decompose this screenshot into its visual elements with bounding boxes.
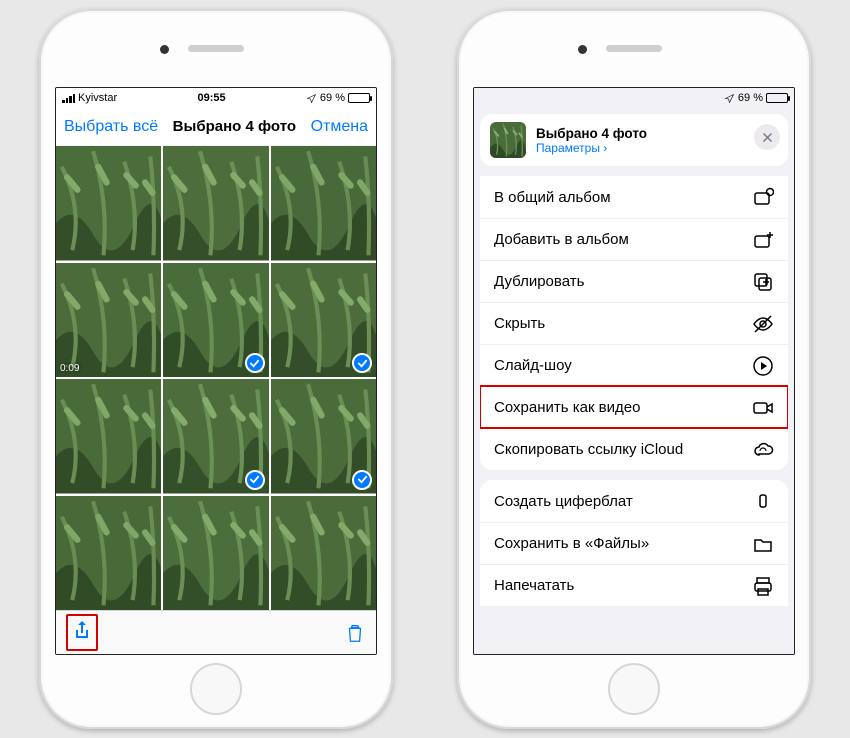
selected-checkmark-icon xyxy=(352,470,372,490)
shared-album-icon xyxy=(752,186,774,208)
home-button[interactable] xyxy=(608,663,660,715)
photo-cell[interactable] xyxy=(163,379,268,494)
action-row[interactable]: Скопировать ссылку iCloud xyxy=(480,428,788,470)
action-label: Сохранить в «Файлы» xyxy=(494,535,649,552)
action-list: В общий альбом Добавить в альбом Дублирова… xyxy=(480,176,788,606)
action-row[interactable]: Добавить в альбом xyxy=(480,218,788,260)
photo-cell[interactable] xyxy=(163,496,268,611)
close-button[interactable] xyxy=(754,124,780,150)
video-duration: 0:09 xyxy=(60,363,79,374)
action-row[interactable]: Дублировать xyxy=(480,260,788,302)
bottom-toolbar xyxy=(56,610,376,654)
phone-left: Kyivstar 09:55 69 % Выбрать всё Выбрано … xyxy=(39,9,393,729)
cancel-button[interactable]: Отмена xyxy=(311,118,368,136)
action-label: Создать циферблат xyxy=(494,493,633,510)
speaker xyxy=(606,45,662,52)
trash-icon[interactable] xyxy=(344,621,366,645)
photo-cell[interactable] xyxy=(271,379,376,494)
status-bar: Kyivstar 09:55 69 % xyxy=(56,88,376,108)
action-row[interactable]: В общий альбом xyxy=(480,176,788,218)
photo-cell[interactable]: 0:09 xyxy=(56,263,161,378)
video-icon xyxy=(752,397,774,419)
add-album-icon xyxy=(752,229,774,251)
preview-thumb xyxy=(490,122,526,158)
location-icon xyxy=(724,93,735,104)
select-all-button[interactable]: Выбрать всё xyxy=(64,118,158,136)
cloud-icon xyxy=(752,439,774,461)
selected-checkmark-icon xyxy=(245,470,265,490)
photo-grid: 0:09 xyxy=(56,146,376,610)
location-icon xyxy=(306,93,317,104)
selected-checkmark-icon xyxy=(245,353,265,373)
action-row[interactable]: Слайд-шоу xyxy=(480,344,788,386)
status-bar: 69 % xyxy=(474,88,794,108)
folder-icon xyxy=(752,533,774,555)
screen-photos: Kyivstar 09:55 69 % Выбрать всё Выбрано … xyxy=(55,87,377,655)
print-icon xyxy=(752,575,774,597)
photo-cell[interactable] xyxy=(56,146,161,261)
nav-title: Выбрано 4 фото xyxy=(173,118,296,135)
photo-cell[interactable] xyxy=(163,146,268,261)
action-label: Сохранить как видео xyxy=(494,399,640,416)
close-icon xyxy=(761,131,774,144)
action-row[interactable]: Сохранить как видео xyxy=(480,386,788,428)
nav-bar: Выбрать всё Выбрано 4 фото Отмена xyxy=(56,108,376,146)
photo-cell[interactable] xyxy=(163,263,268,378)
action-label: В общий альбом xyxy=(494,189,611,206)
front-camera xyxy=(578,45,587,54)
speaker xyxy=(188,45,244,52)
action-label: Напечатать xyxy=(494,577,574,594)
photo-cell[interactable] xyxy=(271,146,376,261)
battery-icon xyxy=(348,93,370,103)
front-camera xyxy=(160,45,169,54)
hide-icon xyxy=(752,313,774,335)
signal-bars-icon xyxy=(62,94,75,103)
action-row[interactable]: Напечатать xyxy=(480,564,788,606)
sheet-title: Выбрано 4 фото xyxy=(536,126,647,141)
action-label: Добавить в альбом xyxy=(494,231,629,248)
params-link[interactable]: Параметры › xyxy=(536,141,647,155)
action-row[interactable]: Сохранить в «Файлы» xyxy=(480,522,788,564)
battery-percent: 69 % xyxy=(738,92,763,104)
action-group-2: Создать циферблат Сохранить в «Файлы» Напе… xyxy=(480,480,788,606)
battery-icon xyxy=(766,93,788,103)
share-icon[interactable] xyxy=(71,618,93,642)
watch-icon xyxy=(752,490,774,512)
action-label: Дублировать xyxy=(494,273,584,290)
sheet-header: Выбрано 4 фото Параметры › xyxy=(480,114,788,166)
photo-cell[interactable] xyxy=(56,496,161,611)
selected-checkmark-icon xyxy=(352,353,372,373)
share-sheet: Выбрано 4 фото Параметры › В общий альбо… xyxy=(474,108,794,654)
duplicate-icon xyxy=(752,271,774,293)
action-label: Скопировать ссылку iCloud xyxy=(494,441,683,458)
play-icon xyxy=(752,355,774,377)
photo-cell[interactable] xyxy=(271,263,376,378)
action-label: Слайд-шоу xyxy=(494,357,572,374)
action-row[interactable]: Скрыть xyxy=(480,302,788,344)
share-button-highlight xyxy=(66,614,98,651)
clock-label: 09:55 xyxy=(197,92,225,104)
home-button[interactable] xyxy=(190,663,242,715)
action-row[interactable]: Создать циферблат xyxy=(480,480,788,522)
battery-percent: 69 % xyxy=(320,92,345,104)
photo-cell[interactable] xyxy=(271,496,376,611)
screen-share-sheet: 69 % Выбрано 4 фото Параметры › В общий … xyxy=(473,87,795,655)
action-group-1: В общий альбом Добавить в альбом Дублирова… xyxy=(480,176,788,470)
phone-right: 69 % Выбрано 4 фото Параметры › В общий … xyxy=(457,9,811,729)
action-label: Скрыть xyxy=(494,315,545,332)
carrier-label: Kyivstar xyxy=(78,92,117,104)
photo-cell[interactable] xyxy=(56,379,161,494)
